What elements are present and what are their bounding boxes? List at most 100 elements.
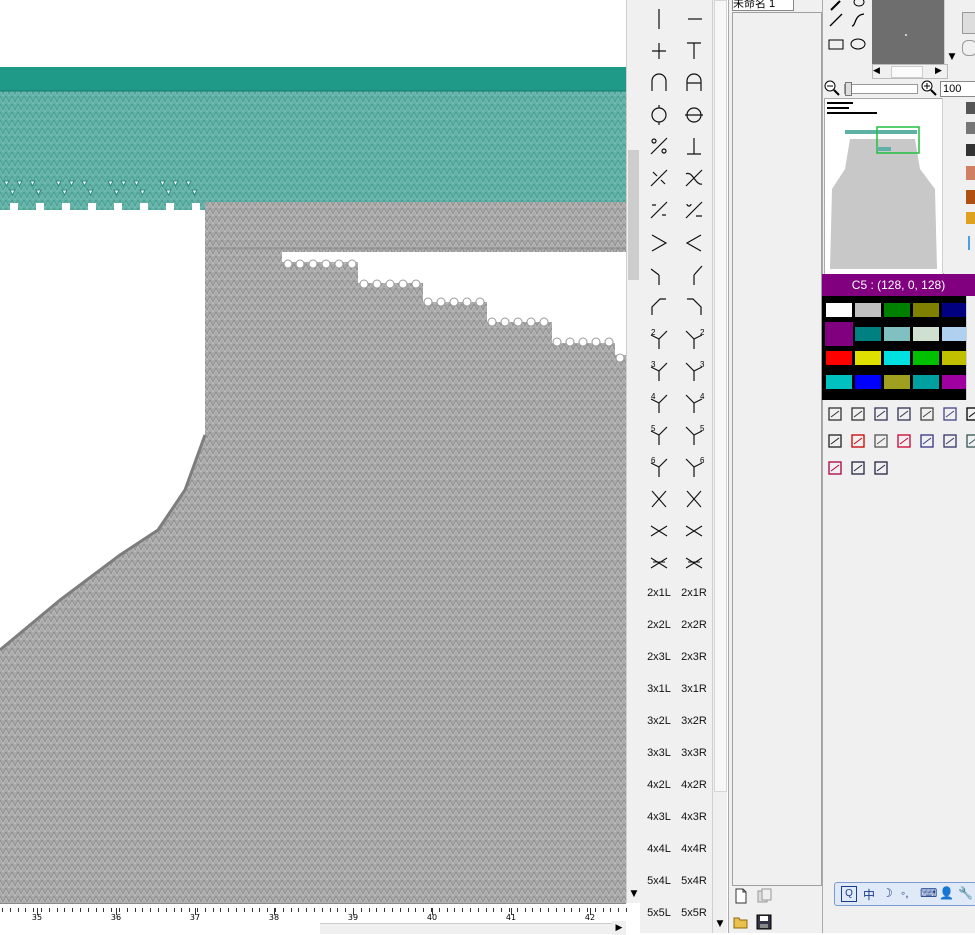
copy-region-icon[interactable]	[849, 405, 867, 423]
scroll-down-arrow-icon[interactable]: ▼	[945, 50, 959, 64]
zoom-slider[interactable]	[844, 82, 918, 96]
overview-thumbnail[interactable]	[824, 98, 944, 275]
cable-stitch-4x2r[interactable]: 4x2R	[677, 770, 711, 800]
layer-tab[interactable]: 未命名 1	[732, 0, 794, 11]
stitch-palette-scrollbar[interactable]: ▼	[712, 0, 727, 933]
transfer-left-icon[interactable]	[642, 195, 676, 225]
greater-icon[interactable]	[642, 227, 676, 257]
column-icon[interactable]	[872, 432, 890, 450]
circle-cross-icon[interactable]	[677, 99, 711, 129]
swap-color-icon[interactable]	[849, 432, 867, 450]
cable-stitch-3x1r[interactable]: 3x1R	[677, 674, 711, 704]
cable-stitch-3x2l[interactable]: 3x2L	[642, 706, 676, 736]
decrease-left-icon[interactable]	[642, 131, 676, 161]
save-icon[interactable]	[756, 914, 774, 932]
cable-stitch-4x2l[interactable]: 4x2L	[642, 770, 676, 800]
cable-stitch-5x5r[interactable]: 5x5R	[677, 898, 711, 928]
preview-hscrollbar[interactable]: ◀ ▶	[872, 64, 948, 79]
fork-right-5-icon[interactable]: 5	[677, 419, 711, 449]
scroll-down-arrow-icon[interactable]: ▼	[713, 917, 727, 931]
less-icon[interactable]	[677, 227, 711, 257]
color-swatch[interactable]	[941, 302, 969, 318]
ellipse-tool-icon[interactable]	[850, 36, 868, 54]
purl-icon[interactable]	[677, 3, 711, 33]
cross-stitch-icon[interactable]	[677, 515, 711, 545]
cable-stitch-5x5l[interactable]: 5x5L	[642, 898, 676, 928]
fork-left-5-icon[interactable]: 5	[642, 419, 676, 449]
bend-right-icon[interactable]	[677, 291, 711, 321]
cable-stitch-2x3l[interactable]: 2x3L	[642, 642, 676, 672]
ime-settings-icon[interactable]: 🔧	[958, 886, 973, 900]
color-swatch[interactable]	[854, 326, 882, 342]
cable-stitch-4x4r[interactable]: 4x4R	[677, 834, 711, 864]
fork-left-3-icon[interactable]: 3	[642, 355, 676, 385]
ime-moon-icon[interactable]: ☽	[882, 886, 893, 900]
layout-icon[interactable]	[872, 459, 890, 477]
cable-stitch-3x2r[interactable]: 3x2R	[677, 706, 711, 736]
eyedropper-tool-icon[interactable]	[828, 0, 846, 14]
side-tool-button[interactable]	[962, 12, 975, 34]
ime-chinese-icon[interactable]: 中	[863, 886, 875, 903]
zoom-in-icon[interactable]	[921, 80, 939, 98]
lasso-tool-icon[interactable]	[850, 0, 868, 14]
bend-left-icon[interactable]	[642, 291, 676, 321]
transfer-icon[interactable]	[849, 459, 867, 477]
cross-stitch-icon[interactable]	[642, 515, 676, 545]
side-tool-button[interactable]	[962, 40, 975, 56]
cable-stitch-4x3r[interactable]: 4x3R	[677, 802, 711, 832]
fork-right-icon[interactable]	[677, 259, 711, 289]
select-tool-icon[interactable]	[826, 405, 844, 423]
fork-left-icon[interactable]	[642, 259, 676, 289]
scroll-thumb[interactable]	[714, 0, 727, 792]
cable-stitch-5x4l[interactable]: 5x4L	[642, 866, 676, 896]
move-right-icon[interactable]	[677, 163, 711, 193]
color-swatch[interactable]	[941, 374, 969, 390]
grid-icon[interactable]	[941, 405, 959, 423]
fork-left-2-icon[interactable]: 2	[642, 323, 676, 353]
open-folder-icon[interactable]	[733, 914, 751, 932]
paint-bucket-icon[interactable]	[826, 432, 844, 450]
color-swatch[interactable]	[912, 374, 940, 390]
color-swatch[interactable]	[883, 326, 911, 342]
rotate-360-icon[interactable]	[895, 405, 913, 423]
stitch-replace-icon[interactable]	[918, 432, 936, 450]
cross-stitch-icon[interactable]	[642, 483, 676, 513]
circle-line-icon[interactable]	[642, 99, 676, 129]
fork-right-3-icon[interactable]: 3	[677, 355, 711, 385]
color-swatch[interactable]	[825, 322, 853, 346]
curve-tool-icon[interactable]	[850, 12, 868, 30]
color-swatch[interactable]	[883, 302, 911, 318]
tuck-icon[interactable]	[677, 35, 711, 65]
zoom-input[interactable]	[940, 81, 975, 97]
color-swatch[interactable]	[912, 350, 940, 366]
new-file-icon[interactable]	[733, 888, 751, 906]
chart-icon[interactable]	[941, 432, 959, 450]
fork-left-4-icon[interactable]: 4	[642, 387, 676, 417]
cable-stitch-2x2l[interactable]: 2x2L	[642, 610, 676, 640]
color-swatch[interactable]	[912, 302, 940, 318]
color-swatch[interactable]	[825, 302, 853, 318]
bind-off-icon[interactable]	[677, 131, 711, 161]
color-swatch[interactable]	[912, 326, 940, 342]
cable-stitch-4x4l[interactable]: 4x4L	[642, 834, 676, 864]
color-swatch[interactable]	[854, 302, 882, 318]
color-swatch[interactable]	[883, 350, 911, 366]
layer-list[interactable]	[732, 12, 822, 886]
canvas-horizontal-scrollbar[interactable]: ▶	[320, 921, 626, 935]
color-replace-icon[interactable]	[895, 432, 913, 450]
fork-left-6-icon[interactable]: 6	[642, 451, 676, 481]
fork-right-2-icon[interactable]: 2	[677, 323, 711, 353]
cable-stitch-4x3l[interactable]: 4x3L	[642, 802, 676, 832]
zoom-out-icon[interactable]	[824, 80, 842, 98]
cable-stitch-2x2r[interactable]: 2x2R	[677, 610, 711, 640]
knit-icon[interactable]	[642, 3, 676, 33]
canvas-vertical-scrollbar[interactable]: ▼	[626, 0, 641, 903]
pen-tool-icon[interactable]	[826, 459, 844, 477]
cable-stitch-5x4r[interactable]: 5x4R	[677, 866, 711, 896]
knit-canvas[interactable]	[0, 0, 626, 903]
cable-stitch-2x1l[interactable]: 2x1L	[642, 578, 676, 608]
loop-down-icon[interactable]	[677, 67, 711, 97]
color-swatch[interactable]	[854, 374, 882, 390]
cross-icon[interactable]	[642, 35, 676, 65]
scroll-right-arrow-icon[interactable]: ▶	[935, 65, 942, 76]
